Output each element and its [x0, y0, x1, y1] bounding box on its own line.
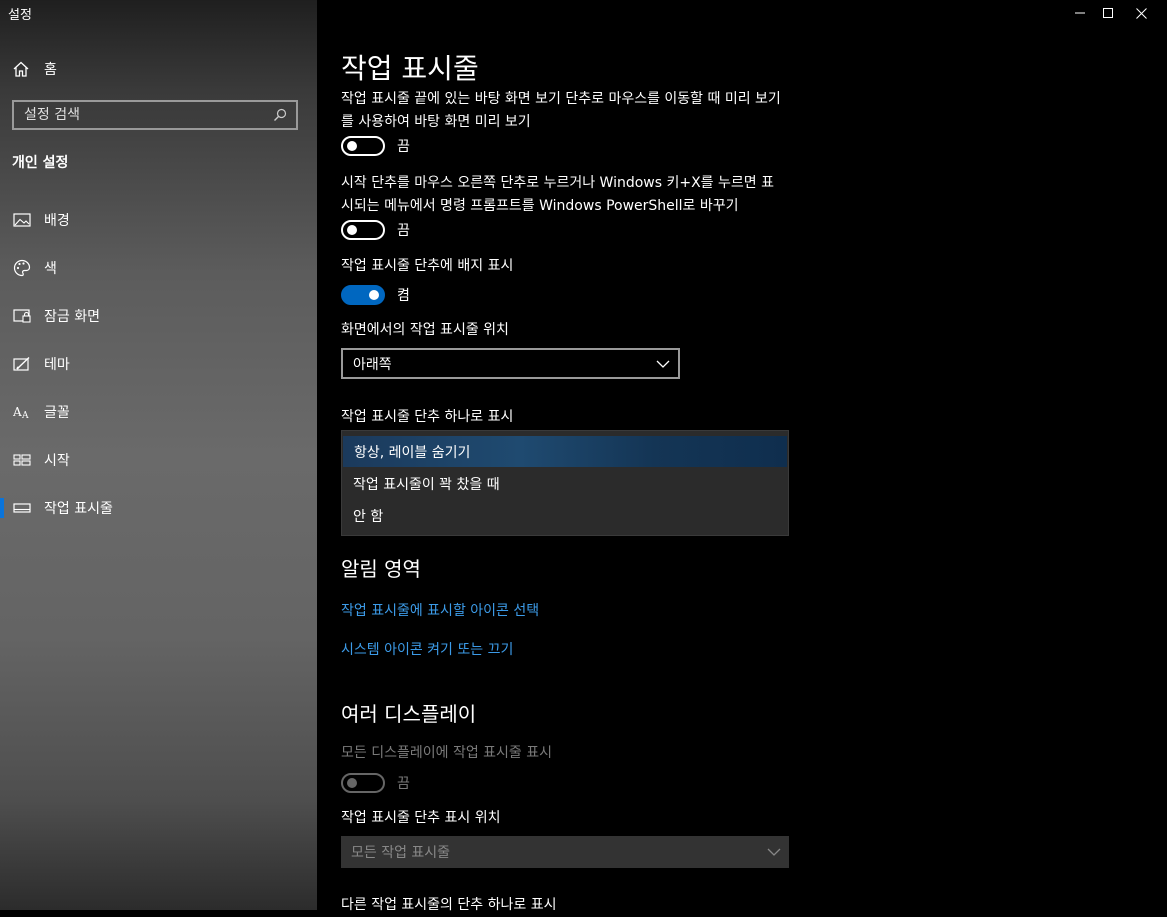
toggle-knob — [347, 778, 357, 788]
peek-label: 작업 표시줄 끝에 있는 바탕 화면 보기 단추로 마우스를 이동할 때 미리 … — [341, 91, 781, 130]
sidebar-item-label: 글꼴 — [44, 405, 70, 421]
buttons-on-value: 모든 작업 표시줄 — [351, 845, 451, 861]
show-all-displays-state: 끔 — [397, 776, 410, 792]
peek-toggle[interactable] — [341, 136, 385, 156]
badges-state: 켬 — [397, 288, 410, 304]
sidebar-item-label: 테마 — [44, 357, 70, 373]
system-icons-link[interactable]: 시스템 아이콘 켜기 또는 끄기 — [341, 639, 513, 659]
chevron-down-icon — [656, 360, 670, 368]
dropdown-option[interactable]: 안 함 — [342, 500, 788, 531]
location-value: 아래쪽 — [353, 356, 392, 373]
buttons-on-select[interactable]: 모든 작업 표시줄 — [341, 836, 789, 868]
picture-icon — [12, 210, 32, 230]
main-content: 작업 표시줄 작업 표시줄 끝에 있는 바탕 화면 보기 단추로 마우스를 이동… — [341, 0, 1167, 913]
svg-text:A: A — [21, 411, 29, 420]
section-title: 개인 설정 — [12, 155, 69, 171]
buttons-on-label: 작업 표시줄 단추 표시 위치 — [341, 810, 501, 826]
sidebar-item-label: 시작 — [44, 453, 70, 469]
page-title: 작업 표시줄 — [341, 52, 479, 85]
sidebar-item-label: 잠금 화면 — [44, 309, 100, 325]
powershell-state: 끔 — [397, 223, 410, 239]
powershell-toggle[interactable] — [341, 220, 385, 240]
search-icon[interactable] — [270, 108, 290, 122]
powershell-toggle-row[interactable]: 끔 — [341, 220, 410, 240]
dropdown-option[interactable]: 작업 표시줄이 꽉 찼을 때 — [342, 468, 788, 499]
sidebar-item-fonts[interactable]: AA 글꼴 — [0, 388, 317, 436]
peek-toggle-row[interactable]: 끔 — [341, 136, 410, 156]
start-icon — [12, 450, 32, 470]
sidebar-item-background[interactable]: 배경 — [0, 196, 317, 244]
sidebar-item-start[interactable]: 시작 — [0, 436, 317, 484]
toggle-knob — [347, 141, 357, 151]
taskbar-icon — [12, 498, 32, 518]
sidebar: 설정 홈 개인 설정 배경 색 잠금 화면 테마 AA 글꼴 — [0, 0, 317, 910]
home-label: 홈 — [44, 62, 57, 78]
dropdown-option[interactable]: 항상, 레이블 숨기기 — [343, 436, 787, 467]
notification-area-heading: 알림 영역 — [341, 557, 421, 581]
badges-toggle-row[interactable]: 켬 — [341, 285, 410, 305]
badges-label: 작업 표시줄 단추에 배지 표시 — [341, 258, 514, 274]
theme-icon — [12, 354, 32, 374]
sidebar-item-taskbar[interactable]: 작업 표시줄 — [0, 484, 317, 532]
location-select[interactable]: 아래쪽 — [341, 348, 680, 379]
toggle-knob — [369, 290, 379, 300]
sidebar-nav: 배경 색 잠금 화면 테마 AA 글꼴 시작 작업 표시줄 — [0, 196, 317, 532]
sidebar-item-lock-screen[interactable]: 잠금 화면 — [0, 292, 317, 340]
lock-screen-icon — [12, 306, 32, 326]
sidebar-item-color[interactable]: 색 — [0, 244, 317, 292]
search-box[interactable] — [12, 100, 298, 130]
sidebar-item-theme[interactable]: 테마 — [0, 340, 317, 388]
show-all-displays-toggle[interactable] — [341, 773, 385, 793]
svg-text:A: A — [13, 405, 22, 419]
home-nav-item[interactable]: 홈 — [12, 58, 57, 80]
select-icons-link[interactable]: 작업 표시줄에 표시할 아이콘 선택 — [341, 600, 539, 620]
font-icon: AA — [12, 402, 32, 422]
palette-icon — [12, 258, 32, 278]
multiple-displays-heading: 여러 디스플레이 — [341, 702, 477, 726]
chevron-down-icon — [767, 848, 781, 856]
combine-label: 작업 표시줄 단추 하나로 표시 — [341, 409, 514, 425]
combine-other-label: 다른 작업 표시줄의 단추 하나로 표시 — [341, 897, 557, 913]
sidebar-item-label: 배경 — [44, 213, 70, 229]
sidebar-item-label: 색 — [44, 261, 57, 277]
window-title: 설정 — [8, 8, 32, 23]
powershell-label: 시작 단추를 마우스 오른쪽 단추로 누르거나 Windows 키+X를 누르면… — [341, 175, 774, 214]
toggle-knob — [347, 225, 357, 235]
show-all-displays-label: 모든 디스플레이에 작업 표시줄 표시 — [341, 745, 552, 761]
show-all-displays-toggle-row[interactable]: 끔 — [341, 773, 410, 793]
location-label: 화면에서의 작업 표시줄 위치 — [341, 322, 509, 338]
peek-state: 끔 — [397, 139, 410, 155]
search-input[interactable] — [14, 106, 270, 124]
home-icon — [13, 61, 29, 77]
badges-toggle[interactable] — [341, 285, 385, 305]
combine-dropdown-list[interactable]: 항상, 레이블 숨기기 작업 표시줄이 꽉 찼을 때 안 함 — [341, 430, 789, 536]
sidebar-item-label: 작업 표시줄 — [44, 501, 113, 517]
